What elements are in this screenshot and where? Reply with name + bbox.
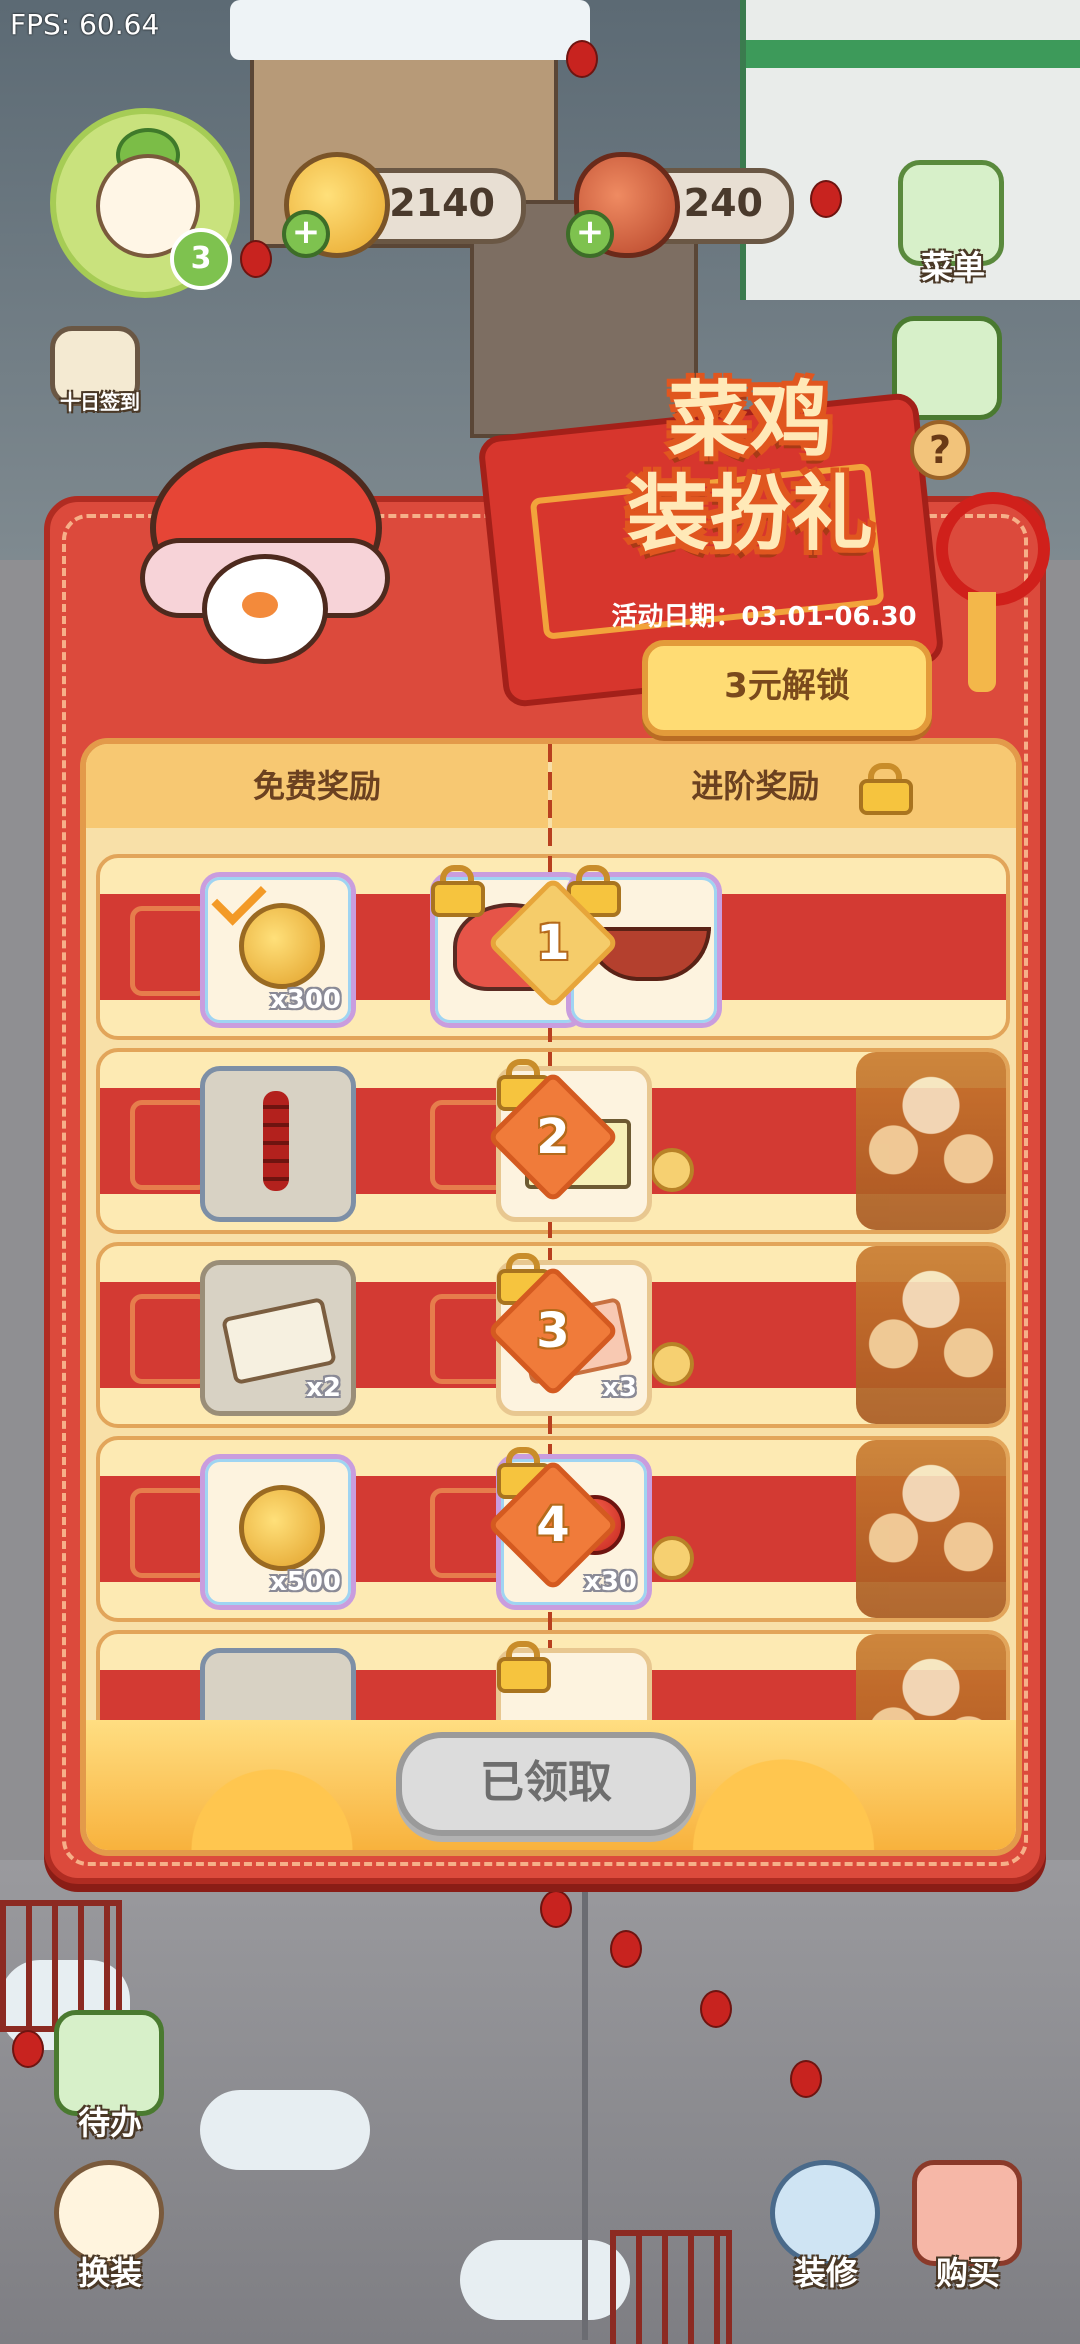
red-fence [610, 2230, 732, 2344]
event-modal: 菜鸡 装扮礼 活动日期：03.01-06.30 ? 3元解锁 免费奖励 进阶奖励… [44, 374, 1050, 1884]
lantern [810, 180, 842, 218]
coin-value: 2140 [389, 181, 495, 225]
ticket-icon [221, 1296, 337, 1386]
money-tree-icon [856, 1246, 1006, 1424]
free-reward-slot[interactable]: x300 [200, 870, 356, 1028]
money-tree-icon [856, 1052, 1006, 1230]
add-coins-button[interactable]: + [282, 210, 330, 258]
lantern [12, 2030, 44, 2068]
lantern [790, 2060, 822, 2098]
event-date: 活动日期：03.01-06.30 [611, 602, 917, 632]
red-knot-icon [263, 1091, 289, 1191]
shop-button[interactable]: 购买 [912, 2160, 1024, 2292]
snow-roof [230, 0, 590, 60]
lantern [700, 1990, 732, 2028]
menu-button[interactable]: 菜单 [898, 160, 1008, 290]
claimed-button[interactable]: 已领取 [396, 1732, 696, 1836]
lock-icon [497, 1641, 551, 1693]
free-reward-slot[interactable]: x2 [200, 1260, 356, 1416]
dressup-button[interactable]: 换装 [54, 2160, 166, 2292]
premium-rewards-header: 进阶奖励 [552, 744, 1016, 828]
lantern [540, 1890, 572, 1928]
free-reward-slot[interactable]: x500 [200, 1454, 356, 1610]
money-tree-icon [856, 1440, 1006, 1618]
todo-button[interactable]: 待办 [54, 2010, 166, 2142]
chick-lion-costume-icon [140, 442, 390, 672]
checkin-button[interactable]: 十日签到 [50, 326, 150, 418]
lantern [240, 240, 272, 278]
free-reward-slot[interactable] [200, 1066, 356, 1222]
lock-icon [858, 763, 913, 815]
lantern [566, 40, 598, 78]
lantern [610, 1930, 642, 1968]
event-title: 菜鸡 装扮礼 [626, 373, 873, 562]
free-rewards-header: 免费奖励 [86, 744, 548, 828]
unlock-premium-button[interactable]: 3元解锁 [642, 640, 932, 736]
help-button[interactable]: ? [910, 420, 970, 480]
add-meat-button[interactable]: + [566, 210, 614, 258]
fps-counter: FPS: 60.64 [10, 8, 160, 41]
gold-coin-icon [239, 903, 325, 989]
decorate-button[interactable]: 装修 [770, 2160, 882, 2292]
gold-coin-icon [239, 1485, 325, 1571]
meat-value: 240 [683, 181, 763, 225]
level-badge: 3 [170, 228, 232, 290]
lock-icon [431, 865, 485, 917]
reward-panel: 免费奖励 进阶奖励 x300 1 2 x2 x3 3 x500 x30 4 [80, 738, 1022, 1856]
